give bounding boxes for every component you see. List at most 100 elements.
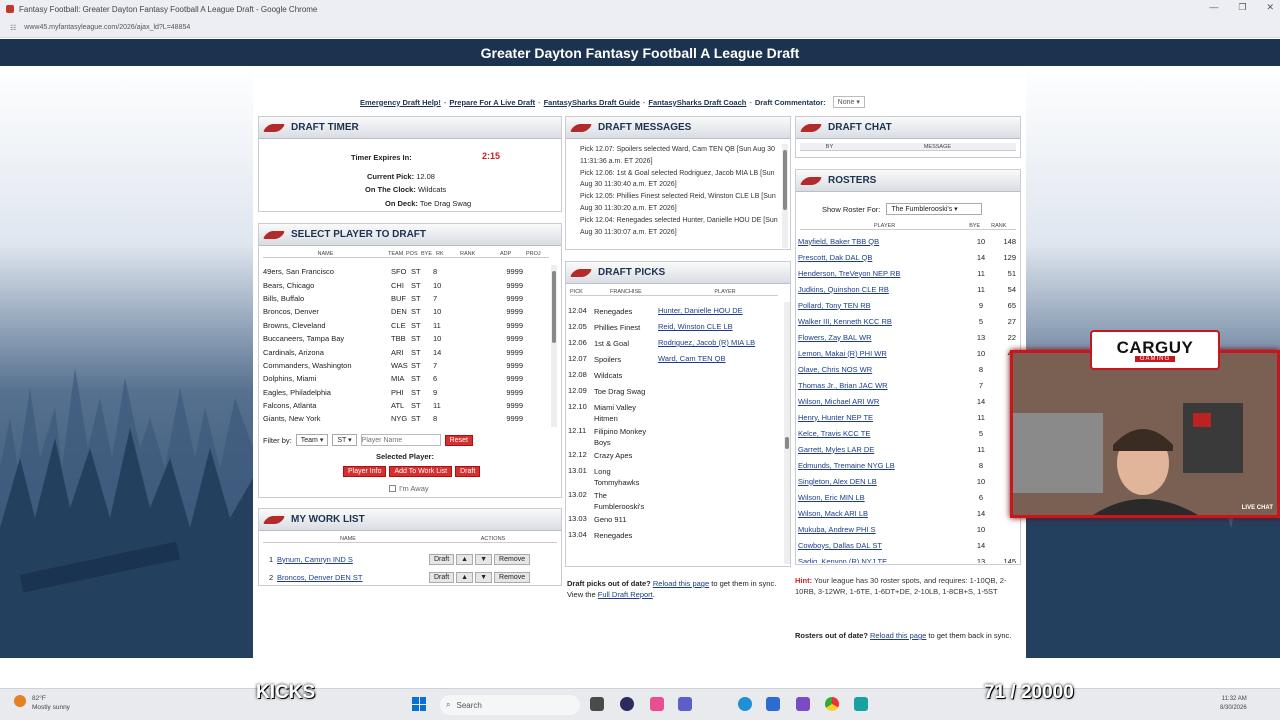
site-info-icon[interactable]: ☷ [10, 24, 16, 32]
draft-guide-link[interactable]: FantasySharks Draft Guide [544, 98, 640, 107]
file-explorer-icon[interactable] [590, 697, 604, 711]
work-list-draft-button[interactable]: Draft [429, 553, 455, 565]
messages-scrollbar[interactable] [782, 144, 788, 248]
roster-team-select[interactable]: The Fumblerooski's ▾ [886, 203, 983, 215]
pick-player-link[interactable]: Ward, Cam TEN QB [658, 354, 782, 363]
weather-widget[interactable]: 82°F Mostly sunny [32, 694, 70, 712]
reload-picks-link[interactable]: Reload this page [653, 579, 709, 588]
player-row[interactable]: Bears, Chicago CHI ST 10 9999 [263, 278, 551, 291]
player-name-search-input[interactable] [360, 434, 441, 446]
player-name[interactable]: Eagles, Philadelphia [263, 388, 391, 397]
add-to-work-list-button[interactable]: Add To Work List [389, 466, 453, 477]
teams-icon[interactable] [678, 697, 692, 711]
reset-button[interactable]: Reset [444, 434, 473, 446]
player-row[interactable]: Giants, New York NYG ST 8 9999 [263, 412, 551, 425]
player-name[interactable]: Bears, Chicago [263, 281, 391, 290]
roster-player-link[interactable]: Lemon, Makai (R) PHI WR [798, 349, 970, 358]
reload-rosters-link[interactable]: Reload this page [870, 631, 926, 640]
edge-icon[interactable] [738, 697, 752, 711]
draft-button[interactable]: Draft [455, 466, 481, 477]
app-icon[interactable] [620, 697, 634, 711]
roster-player-link[interactable]: Judkins, Quinshon CLE RB [798, 285, 970, 294]
pick-player-link[interactable]: Hunter, Danielle HOU DE [658, 306, 782, 315]
url-text[interactable]: www45.myfantasyleague.com/2026/ajax_ld?L… [24, 24, 190, 31]
work-list-player-link[interactable]: Bynum, Camryn IND S [277, 555, 429, 564]
minimize-icon[interactable]: — [1209, 2, 1218, 13]
close-icon[interactable]: ✕ [1266, 2, 1274, 13]
player-name[interactable]: Broncos, Denver [263, 307, 391, 316]
player-row[interactable]: Buccaneers, Tampa Bay TBB ST 10 9999 [263, 332, 551, 345]
move-down-button[interactable]: ▼ [475, 553, 493, 565]
player-name[interactable]: Giants, New York [263, 414, 391, 423]
roster-player-link[interactable]: Olave, Chris NOS WR [798, 365, 970, 374]
system-clock[interactable]: 11:32 AM 8/30/2026 [1220, 695, 1247, 713]
position-filter-select[interactable]: ST ▾ [332, 434, 357, 446]
store-icon[interactable] [766, 697, 780, 711]
roster-player-link[interactable]: Wilson, Mack ARI LB [798, 509, 970, 518]
player-name[interactable]: Cardinals, Arizona [263, 348, 391, 357]
player-row[interactable]: 49ers, San Francisco SFO ST 8 9999 [263, 265, 551, 278]
roster-player-link[interactable]: Wilson, Michael ARI WR [798, 397, 970, 406]
player-row[interactable]: Dolphins, Miami MIA ST 6 9999 [263, 372, 551, 385]
player-name[interactable]: Bills, Buffalo [263, 294, 391, 303]
away-checkbox[interactable] [389, 485, 396, 492]
move-up-button[interactable]: ▲ [456, 571, 474, 583]
roster-player-link[interactable]: Flowers, Zay BAL WR [798, 333, 970, 342]
player-row[interactable]: Falcons, Atlanta ATL ST 11 9999 [263, 399, 551, 412]
commentator-select[interactable]: None ▾ [832, 96, 865, 108]
player-name[interactable]: Dolphins, Miami [263, 374, 391, 383]
roster-player-link[interactable]: Walker III, Kenneth KCC RB [798, 317, 970, 326]
team-filter-select[interactable]: Team ▾ [295, 434, 329, 446]
remove-button[interactable]: Remove [494, 571, 531, 583]
roster-player-link[interactable]: Mukuba, Andrew PHI S [798, 525, 970, 534]
player-row[interactable]: Commanders, Washington WAS ST 7 9999 [263, 359, 551, 372]
picks-scrollbar[interactable] [784, 302, 790, 564]
app-icon[interactable] [650, 697, 664, 711]
move-up-button[interactable]: ▲ [456, 553, 474, 565]
roster-player-link[interactable]: Sadiq, Kenyon (R) NYJ TE [798, 557, 970, 564]
player-row[interactable]: Eagles, Philadelphia PHI ST 9 9999 [263, 386, 551, 399]
roster-player-link[interactable]: Cowboys, Dallas DAL ST [798, 541, 970, 550]
roster-player-link[interactable]: Kelce, Travis KCC TE [798, 429, 970, 438]
work-list-player-link[interactable]: Broncos, Denver DEN ST [277, 573, 429, 582]
full-draft-report-link[interactable]: Full Draft Report [598, 590, 653, 599]
player-row[interactable]: Broncos, Denver DEN ST 10 9999 [263, 305, 551, 318]
player-info-button[interactable]: Player Info [343, 466, 387, 477]
windows-taskbar: 82°F Mostly sunny ⌕ Search 11:32 AM 8/30… [0, 688, 1280, 720]
windows-start-icon[interactable] [412, 697, 426, 711]
draft-coach-link[interactable]: FantasySharks Draft Coach [648, 98, 746, 107]
emergency-help-link[interactable]: Emergency Draft Help! [360, 98, 441, 107]
work-list-draft-button[interactable]: Draft [429, 571, 455, 583]
taskbar-search-box[interactable]: ⌕ Search [440, 695, 580, 715]
player-list-scrollbar[interactable] [551, 265, 557, 427]
player-name[interactable]: Falcons, Atlanta [263, 401, 391, 410]
roster-player-link[interactable]: Garrett, Myles LAR DE [798, 445, 970, 454]
roster-player-link[interactable]: Wilson, Eric MIN LB [798, 493, 970, 502]
app-icon[interactable] [796, 697, 810, 711]
restore-icon[interactable]: ❐ [1238, 2, 1246, 13]
roster-player-link[interactable]: Thomas Jr., Brian JAC WR [798, 381, 970, 390]
prepare-live-draft-link[interactable]: Prepare For A Live Draft [449, 98, 535, 107]
move-down-button[interactable]: ▼ [475, 571, 493, 583]
app-icon[interactable] [854, 697, 868, 711]
address-bar[interactable]: ☷ www45.myfantasyleague.com/2026/ajax_ld… [0, 18, 1280, 38]
player-name[interactable]: Browns, Cleveland [263, 321, 391, 330]
player-name[interactable]: Buccaneers, Tampa Bay [263, 334, 391, 343]
roster-player-link[interactable]: Prescott, Dak DAL QB [798, 253, 970, 262]
roster-player-link[interactable]: Pollard, Tony TEN RB [798, 301, 970, 310]
player-name[interactable]: Commanders, Washington [263, 361, 391, 370]
pick-player-link[interactable]: Reid, Winston CLE LB [658, 322, 782, 331]
chrome-icon[interactable] [825, 697, 839, 711]
remove-button[interactable]: Remove [494, 553, 531, 565]
pick-player-link[interactable]: Rodriguez, Jacob (R) MIA LB [658, 338, 782, 347]
player-row[interactable]: Browns, Cleveland CLE ST 11 9999 [263, 319, 551, 332]
weather-icon[interactable] [14, 695, 26, 707]
player-row[interactable]: Bills, Buffalo BUF ST 7 9999 [263, 292, 551, 305]
roster-player-link[interactable]: Singleton, Alex DEN LB [798, 477, 970, 486]
player-row[interactable]: Cardinals, Arizona ARI ST 14 9999 [263, 345, 551, 358]
player-name[interactable]: 49ers, San Francisco [263, 267, 391, 276]
roster-player-link[interactable]: Edmunds, Tremaine NYG LB [798, 461, 970, 470]
roster-player-link[interactable]: Henderson, TreVeyon NEP RB [798, 269, 970, 278]
roster-player-link[interactable]: Mayfield, Baker TBB QB [798, 237, 970, 246]
roster-player-link[interactable]: Henry, Hunter NEP TE [798, 413, 970, 422]
